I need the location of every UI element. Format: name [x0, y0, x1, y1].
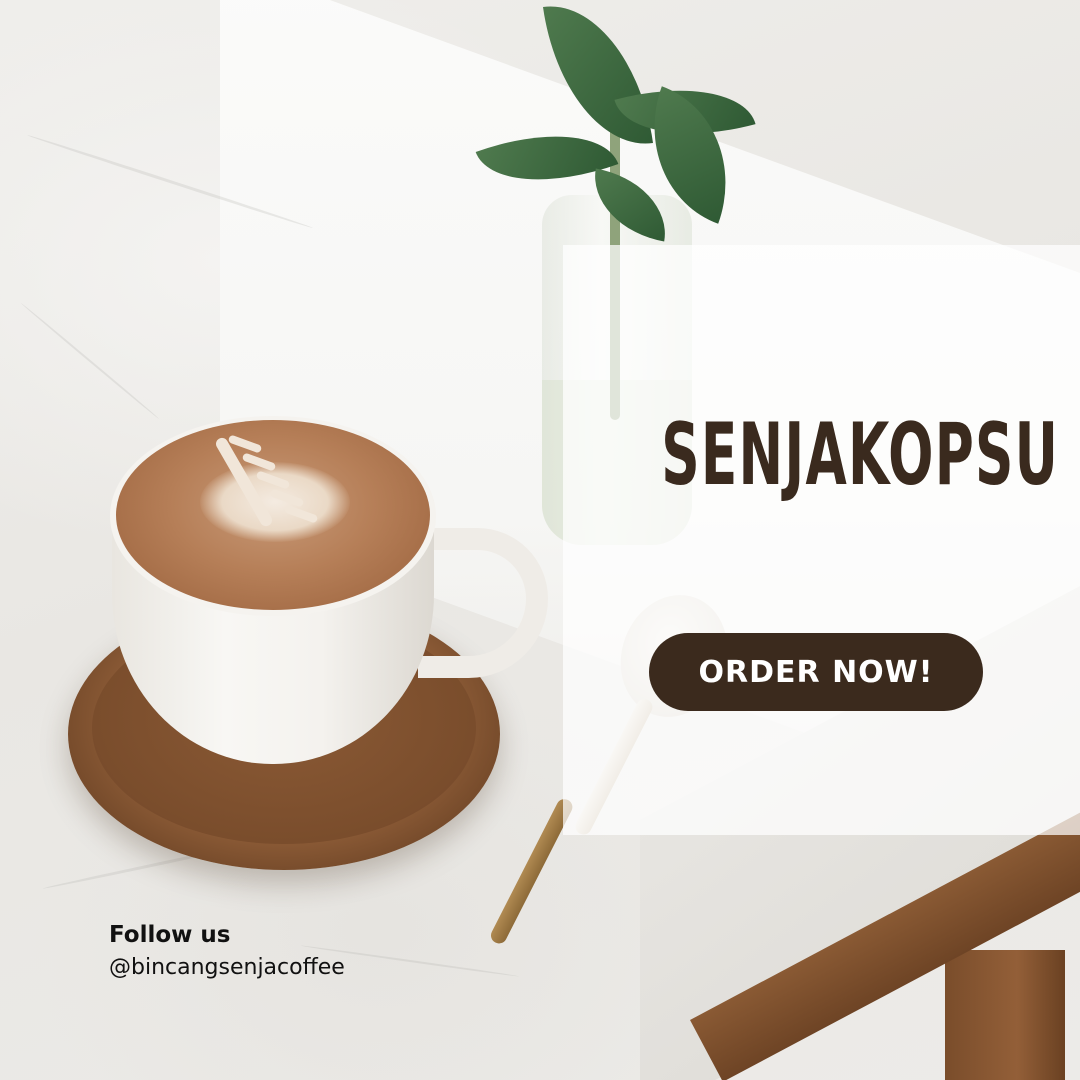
cup-handle	[418, 528, 548, 678]
brand-title: SENJAKOPSU	[661, 405, 1060, 505]
follow-us-label: Follow us	[109, 922, 231, 948]
overlay-panel	[563, 245, 1080, 835]
table-leg	[945, 950, 1065, 1080]
marble-vein	[20, 302, 160, 420]
social-handle-link[interactable]: @bincangsenjacoffee	[109, 955, 345, 980]
poster-canvas: SENJAKOPSU ORDER NOW! Follow us @bincang…	[0, 0, 1080, 1080]
latte-art	[200, 462, 350, 542]
order-now-button[interactable]: ORDER NOW!	[649, 633, 983, 711]
